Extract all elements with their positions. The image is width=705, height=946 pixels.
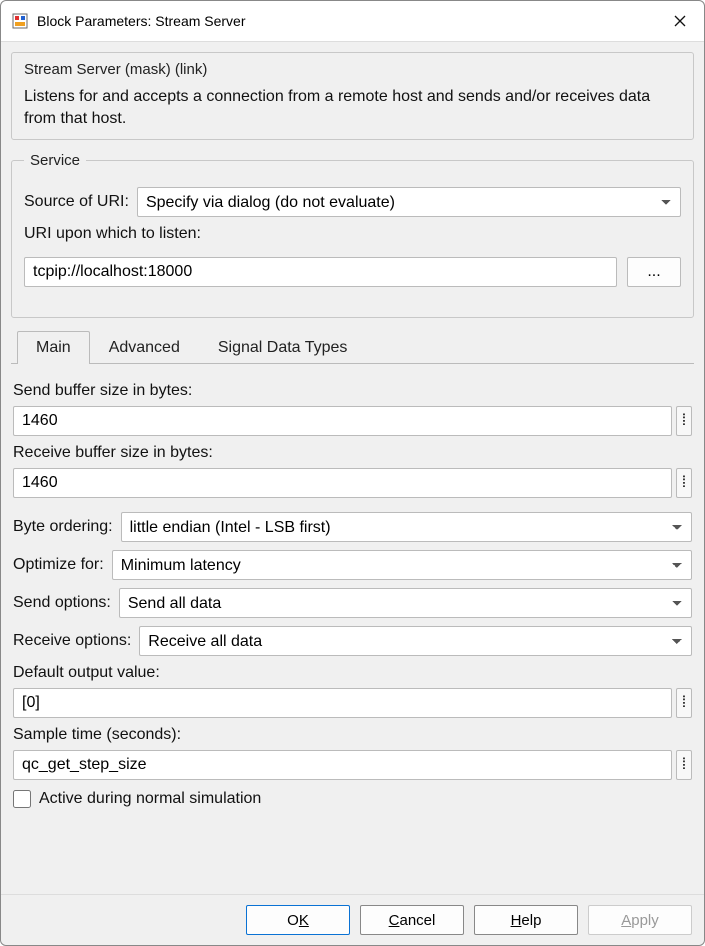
close-button[interactable] (666, 7, 694, 35)
tab-main[interactable]: Main (17, 331, 90, 364)
service-group: Service Source of URI: Specify via dialo… (11, 152, 694, 318)
uri-label: URI upon which to listen: (24, 225, 681, 243)
service-legend: Service (24, 152, 86, 169)
active-during-sim-label: Active during normal simulation (39, 790, 261, 808)
sample-time-input[interactable] (13, 750, 672, 780)
window-title: Block Parameters: Stream Server (37, 13, 666, 29)
byte-ordering-label: Byte ordering: (13, 518, 113, 536)
send-buffer-more-button[interactable]: ⁞ (676, 406, 692, 436)
send-options-select[interactable]: Send all data (119, 588, 692, 618)
mask-heading: Stream Server (mask) (link) (24, 61, 681, 78)
source-of-uri-select[interactable]: Specify via dialog (do not evaluate) (137, 187, 681, 217)
default-output-label: Default output value: (13, 664, 692, 682)
help-button[interactable]: Help (474, 905, 578, 935)
receive-buffer-input[interactable] (13, 468, 672, 498)
mask-description-box: Stream Server (mask) (link) Listens for … (11, 52, 694, 140)
uri-input[interactable] (24, 257, 617, 287)
dialog-window: Block Parameters: Stream Server Stream S… (0, 0, 705, 946)
sample-time-more-button[interactable]: ⁞ (676, 750, 692, 780)
close-icon (674, 15, 686, 27)
tab-panel-main: Send buffer size in bytes: ⁞ Receive buf… (11, 364, 694, 820)
send-buffer-label: Send buffer size in bytes: (13, 382, 692, 400)
more-icon: ⁞ (682, 756, 686, 774)
titlebar: Block Parameters: Stream Server (1, 1, 704, 42)
tab-signal-data-types[interactable]: Signal Data Types (199, 331, 367, 364)
sample-time-label: Sample time (seconds): (13, 726, 692, 744)
send-buffer-input[interactable] (13, 406, 672, 436)
send-options-label: Send options: (13, 594, 111, 612)
tab-advanced[interactable]: Advanced (90, 331, 199, 364)
default-output-input[interactable] (13, 688, 672, 718)
default-output-more-button[interactable]: ⁞ (676, 688, 692, 718)
cancel-button[interactable]: Cancel (360, 905, 464, 935)
more-icon: ⁞ (682, 474, 686, 492)
optimize-for-select[interactable]: Minimum latency (112, 550, 692, 580)
apply-button[interactable]: Apply (588, 905, 692, 935)
source-of-uri-label: Source of URI: (24, 193, 129, 211)
more-icon: ⁞ (682, 694, 686, 712)
button-bar: OK Cancel Help Apply (1, 894, 704, 945)
more-icon: ⁞ (682, 412, 686, 430)
app-icon (11, 12, 29, 30)
receive-options-label: Receive options: (13, 632, 131, 650)
mask-description: Listens for and accepts a connection fro… (24, 86, 681, 129)
optimize-for-label: Optimize for: (13, 556, 104, 574)
uri-row: URI upon which to listen: ... (24, 225, 681, 295)
uri-browse-button[interactable]: ... (627, 257, 681, 287)
receive-buffer-label: Receive buffer size in bytes: (13, 444, 692, 462)
active-during-sim-checkbox[interactable] (13, 790, 31, 808)
receive-buffer-more-button[interactable]: ⁞ (676, 468, 692, 498)
byte-ordering-select[interactable]: little endian (Intel - LSB first) (121, 512, 692, 542)
source-of-uri-row: Source of URI: Specify via dialog (do no… (24, 187, 681, 217)
tab-bar: Main Advanced Signal Data Types (11, 330, 694, 364)
ok-button[interactable]: OK (246, 905, 350, 935)
receive-options-select[interactable]: Receive all data (139, 626, 692, 656)
dialog-content: Stream Server (mask) (link) Listens for … (1, 42, 704, 894)
